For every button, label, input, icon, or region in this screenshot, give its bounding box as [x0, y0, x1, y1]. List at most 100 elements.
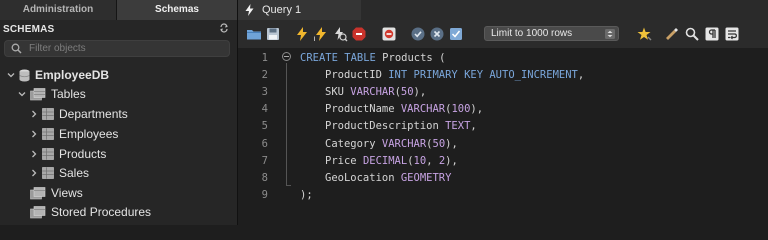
code-token: Price — [325, 154, 363, 167]
chevron-right-icon[interactable] — [30, 169, 38, 177]
editor-toolbar: I Limit to 1000 rows — [238, 20, 768, 48]
line-number: 6 — [261, 137, 268, 150]
chevron-down-icon[interactable] — [18, 90, 26, 98]
line-number: 3 — [261, 86, 268, 99]
table-icon — [42, 108, 54, 120]
code-token: ProductID — [325, 69, 389, 82]
code-line: ProductDescription TEXT, — [325, 120, 477, 132]
code-token: CREATE TABLE — [300, 52, 376, 64]
code-token: ), — [413, 86, 427, 99]
tree-item-employees[interactable]: Employees — [30, 125, 118, 143]
stop-icon[interactable] — [351, 26, 367, 42]
table-icon — [42, 148, 54, 160]
fold-guide — [286, 63, 287, 183]
chevron-down-icon[interactable] — [7, 71, 15, 79]
line-number: 8 — [261, 171, 268, 184]
code-token: VARCHAR — [381, 137, 427, 150]
tables-folder-icon — [30, 87, 46, 100]
tree-item-sales[interactable]: Sales — [30, 164, 89, 182]
schemas-header: SCHEMAS — [0, 20, 237, 38]
code-token: , — [426, 154, 439, 167]
code-token: Products ( — [375, 52, 446, 64]
code-token: 50 — [400, 86, 414, 99]
tree-item-label: EmployeeDB — [35, 68, 110, 82]
tree-item-tables[interactable]: Tables — [18, 85, 86, 103]
lightning-icon — [245, 4, 254, 16]
tree-item-label: Stored Procedures — [51, 205, 152, 219]
snippets-icon[interactable] — [664, 26, 680, 42]
save-icon[interactable] — [265, 26, 281, 42]
chevron-right-icon[interactable] — [30, 130, 38, 138]
select-arrows-icon — [605, 29, 615, 39]
table-icon — [42, 167, 54, 179]
code-line: Price DECIMAL(10, 2), — [325, 155, 458, 167]
line-number: 1 — [261, 52, 268, 64]
code-line: ProductID INT PRIMARY KEY AUTO_INCREMENT… — [325, 69, 584, 81]
invisible-chars-icon[interactable] — [704, 26, 720, 42]
chevron-right-icon[interactable] — [30, 150, 38, 158]
code-token: , — [577, 69, 585, 82]
rollback-icon[interactable] — [429, 26, 445, 42]
code-token: GeoLocation — [325, 171, 401, 184]
code-line: Category VARCHAR(50), — [325, 138, 458, 150]
limit-rows-label: Limit to 1000 rows — [491, 28, 573, 39]
code-token: 100 — [451, 103, 471, 116]
code-token: Category — [325, 137, 382, 150]
limit-rows-select[interactable]: Limit to 1000 rows — [484, 26, 619, 41]
commit-icon[interactable] — [410, 26, 426, 42]
code-token: DECIMAL — [362, 154, 408, 167]
line-number: 7 — [261, 154, 268, 167]
chevron-right-icon[interactable] — [30, 110, 38, 118]
code-token: ), — [445, 154, 458, 167]
code-token: SKU — [325, 86, 351, 99]
fold-toggle-icon[interactable] — [282, 52, 291, 61]
code-token: 10 — [413, 154, 427, 167]
filter-objects-input[interactable] — [29, 41, 224, 56]
code-token: 50 — [432, 137, 446, 150]
open-folder-icon[interactable] — [246, 26, 262, 42]
fold-guide-end — [286, 181, 291, 186]
code-line: CREATE TABLE Products ( — [300, 52, 445, 64]
tab-schemas[interactable]: Schemas — [117, 0, 237, 20]
query-tab-bar: Query 1 — [238, 0, 768, 20]
search-icon — [11, 43, 22, 54]
tree-item-label: Tables — [51, 87, 86, 101]
tree-item-label: Departments — [59, 107, 128, 121]
code-token: , — [470, 120, 477, 133]
tab-administration[interactable]: Administration — [0, 0, 117, 20]
tree-item-label: Views — [51, 186, 83, 200]
filter-box — [4, 40, 230, 57]
code-token: INT PRIMARY KEY AUTO_INCREMENT — [388, 69, 578, 82]
explain-icon[interactable] — [332, 26, 348, 42]
tree-item-departments[interactable]: Departments — [30, 105, 128, 123]
beautify-icon[interactable] — [636, 26, 652, 42]
procedures-folder-icon — [30, 205, 46, 218]
query-editor-panel: Query 1 I Limit to 1000 rows 1 2 3 4 5 6… — [237, 0, 768, 225]
toggle-continue-on-error-icon[interactable] — [381, 26, 397, 42]
refresh-icon[interactable] — [219, 23, 229, 33]
schemas-title: SCHEMAS — [3, 24, 55, 35]
database-icon — [19, 69, 30, 81]
line-number: 2 — [261, 69, 268, 82]
code-line: GeoLocation GEOMETRY — [325, 172, 451, 184]
sql-editor[interactable]: 123456789 CREATE TABLE Products (Product… — [238, 48, 768, 225]
tree-item-employeedb[interactable]: EmployeeDB — [7, 66, 109, 84]
code-token: VARCHAR — [400, 103, 446, 116]
tree-item-products[interactable]: Products — [30, 145, 106, 163]
execute-icon[interactable] — [294, 26, 310, 42]
code-line: ProductName VARCHAR(100), — [325, 103, 483, 115]
code-token: ), — [470, 103, 484, 116]
navigator-panel: Administration Schemas SCHEMAS EmployeeD… — [0, 0, 237, 225]
tree-item-views[interactable]: Views — [30, 184, 83, 202]
code-token: ProductName — [325, 103, 401, 116]
table-icon — [42, 128, 54, 140]
tree-item-stored-procedures[interactable]: Stored Procedures — [30, 203, 151, 221]
tab-query-1[interactable]: Query 1 — [238, 0, 361, 20]
autocommit-icon[interactable] — [448, 26, 464, 42]
execute-current-icon[interactable]: I — [313, 26, 329, 42]
find-icon[interactable] — [684, 26, 700, 42]
line-number: 5 — [261, 120, 268, 133]
code-token: ProductDescription — [325, 120, 446, 133]
wrap-lines-icon[interactable] — [724, 26, 740, 42]
code-token: ), — [445, 137, 458, 150]
